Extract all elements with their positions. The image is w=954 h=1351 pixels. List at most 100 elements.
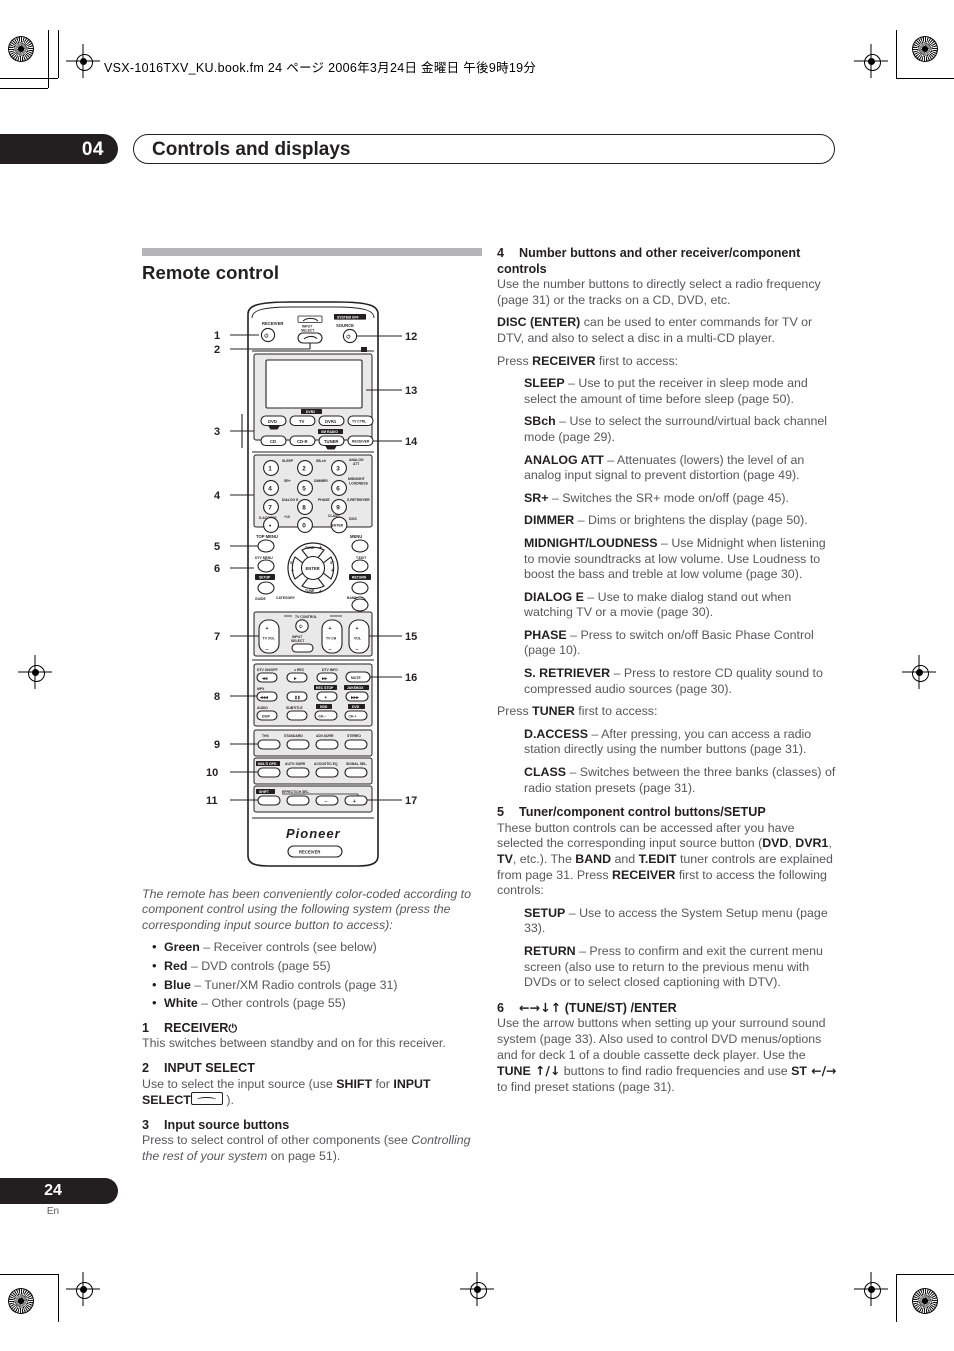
source-label-cd: CD (270, 439, 276, 444)
callout-1: 1 (214, 330, 220, 342)
source-label-tuner: TUNER (324, 439, 338, 444)
numpad-fn-plus10: +10 (284, 515, 290, 519)
source-label-receiver: RECEIVER (352, 440, 370, 444)
numpad-fn-dialog-e: DIALOG E (282, 498, 299, 502)
crop-mark-bottom-center (460, 1272, 494, 1306)
dtv-onoff-label: DTV ON/OFF (257, 668, 278, 672)
callout-17: 17 (405, 795, 417, 807)
list-item: White – Other controls (page 55) (152, 995, 482, 1012)
trim-rule-bottom-left-v (58, 1274, 59, 1322)
item-5-return: RETURN – Press to confirm and exit the c… (524, 943, 823, 990)
numpad-fn-srplus: SR+ (284, 479, 291, 483)
dvd-badge-label: DVD (352, 705, 360, 709)
callout-12: 12 (405, 331, 417, 343)
page-title: Controls and displays (152, 139, 351, 160)
top-menu-button (257, 539, 275, 553)
setup-label: SETUP (259, 576, 271, 580)
source-label-tv: TV (299, 419, 305, 424)
item-5-heading: 5 Tuner/component control buttons/SETUP (497, 805, 766, 820)
trim-rule-top-right-v (896, 30, 897, 78)
numpad-fn-sleep: SLEEP (282, 459, 294, 463)
advsurr-button (315, 739, 339, 750)
setup-button (257, 581, 275, 595)
callout-3: 3 (214, 426, 220, 438)
tv-ch-label: TV CH (326, 637, 337, 641)
input-select-icon (190, 1092, 223, 1106)
tune-arrows-icon: ↑/↓ (530, 1063, 561, 1079)
section-heading: Remote control (142, 262, 280, 283)
standard-label: STANDARD (284, 734, 303, 738)
callout-15: 15 (405, 631, 417, 643)
dpad-left-plus-icon: + (291, 568, 294, 574)
mute-label: MUTE (351, 676, 361, 680)
remote-control-diagram: .bdy{fill:#ffffff;stroke:#231f20;stroke-… (206, 300, 434, 870)
callout-8: 8 (214, 691, 220, 703)
power-icon: ⏻ (228, 1021, 238, 1035)
pause-icon: ❚❚ (295, 696, 301, 700)
tv-ch-minus-icon: – (329, 647, 332, 653)
tv-control-label: TV CONTROL (295, 615, 317, 619)
source-label-tvctrl: TV CTRL (352, 420, 366, 424)
menu-button (351, 539, 369, 553)
rec-label: ● REC (294, 668, 305, 672)
effect-button (286, 795, 310, 806)
crop-mark-bottom-left (66, 1272, 100, 1306)
registration-target-bottom-right (912, 1288, 938, 1314)
registration-target-bottom-left (8, 1288, 34, 1314)
xm-radio-label: XM RADIO (321, 430, 338, 434)
number-label-4: 4 (268, 486, 272, 493)
chapter-tab: 04 (0, 134, 118, 164)
ch-plus-label: CH + (349, 715, 357, 719)
crop-mark-top-right (854, 44, 888, 78)
st-arrows-icon: ←/→ (806, 1063, 837, 1079)
callout-11: 11 (206, 795, 218, 807)
item-2-heading: 2 INPUT SELECT (142, 1060, 255, 1075)
multi-ope-button (257, 767, 281, 778)
trim-rule-top-left-v (58, 30, 59, 78)
enter-label: ENTER (306, 566, 320, 571)
number-label-5: 5 (302, 486, 306, 493)
source-label-dvr1: DVR1 (325, 419, 337, 424)
shift-label: SHIFT (259, 790, 270, 794)
number-label-7: 7 (268, 505, 272, 512)
number-label-1: 1 (268, 466, 272, 473)
tedit-button (351, 559, 369, 573)
number-label-3: 3 (336, 466, 340, 473)
item-6-heading: 6 ←→↓↑ (TUNE/ST) /ENTER (497, 999, 677, 1015)
item-4-p4: Press TUNER first to access: (497, 704, 658, 719)
tv-vol-plus-icon: + (266, 626, 269, 632)
item-4-heading: 4 Number buttons and other receiver/compo… (497, 246, 801, 276)
jukebox-label: JUKEBOX (347, 686, 364, 690)
lcd-display (265, 359, 363, 409)
registration-target-top-left (8, 36, 34, 62)
return-label: RETURN (352, 576, 367, 580)
dtv-menu-button (257, 559, 275, 573)
item-2-body: Use to select the input source (use SHIF… (142, 1076, 431, 1108)
receiver-fn-sleep: SLEEP – Use to put the receiver in sleep… (524, 376, 808, 406)
dtv-menu-label: DTV MENU (255, 556, 273, 560)
previous-track-icon: ◀◀◀ (259, 696, 268, 700)
dvr2-label: DVR2 (306, 410, 315, 414)
receiver-fn-dialog-e: DIALOG E – Use to make dialog stand out … (524, 589, 792, 620)
input-select-2-label-2: SELECT (291, 639, 305, 643)
tuner-fn-daccess: D.ACCESS – After pressing, you can acces… (524, 726, 812, 757)
ch-minus-label: CH – (319, 715, 327, 719)
number-label-0: 0 (302, 522, 306, 529)
crop-mark-left-middle (18, 655, 52, 689)
stereo-button (344, 739, 368, 750)
item-1-body: This switches between standby and on for… (142, 1036, 446, 1051)
item-4-p1: Use the number buttons to directly selec… (497, 277, 821, 307)
trim-rule-top-left-v2 (48, 30, 49, 88)
vol-plus-icon: + (356, 626, 359, 632)
callout-14: 14 (405, 436, 418, 448)
number-label-9: 9 (336, 505, 340, 512)
numpad-fn-att: ATT (353, 462, 360, 466)
list-item: Red – DVD controls (page 55) (152, 958, 482, 975)
numpad-fn-dimmer: DIMMER (314, 479, 328, 483)
autosurr-button (286, 767, 310, 778)
acousticeq-button (315, 767, 339, 778)
play-icon: ▶ (293, 677, 297, 681)
dpad-up-plus-icon: + (319, 545, 322, 551)
chapter-number: 04 (81, 139, 104, 160)
receiver-fn-sbch: SBch – Use to select the surround/virtua… (524, 414, 828, 444)
